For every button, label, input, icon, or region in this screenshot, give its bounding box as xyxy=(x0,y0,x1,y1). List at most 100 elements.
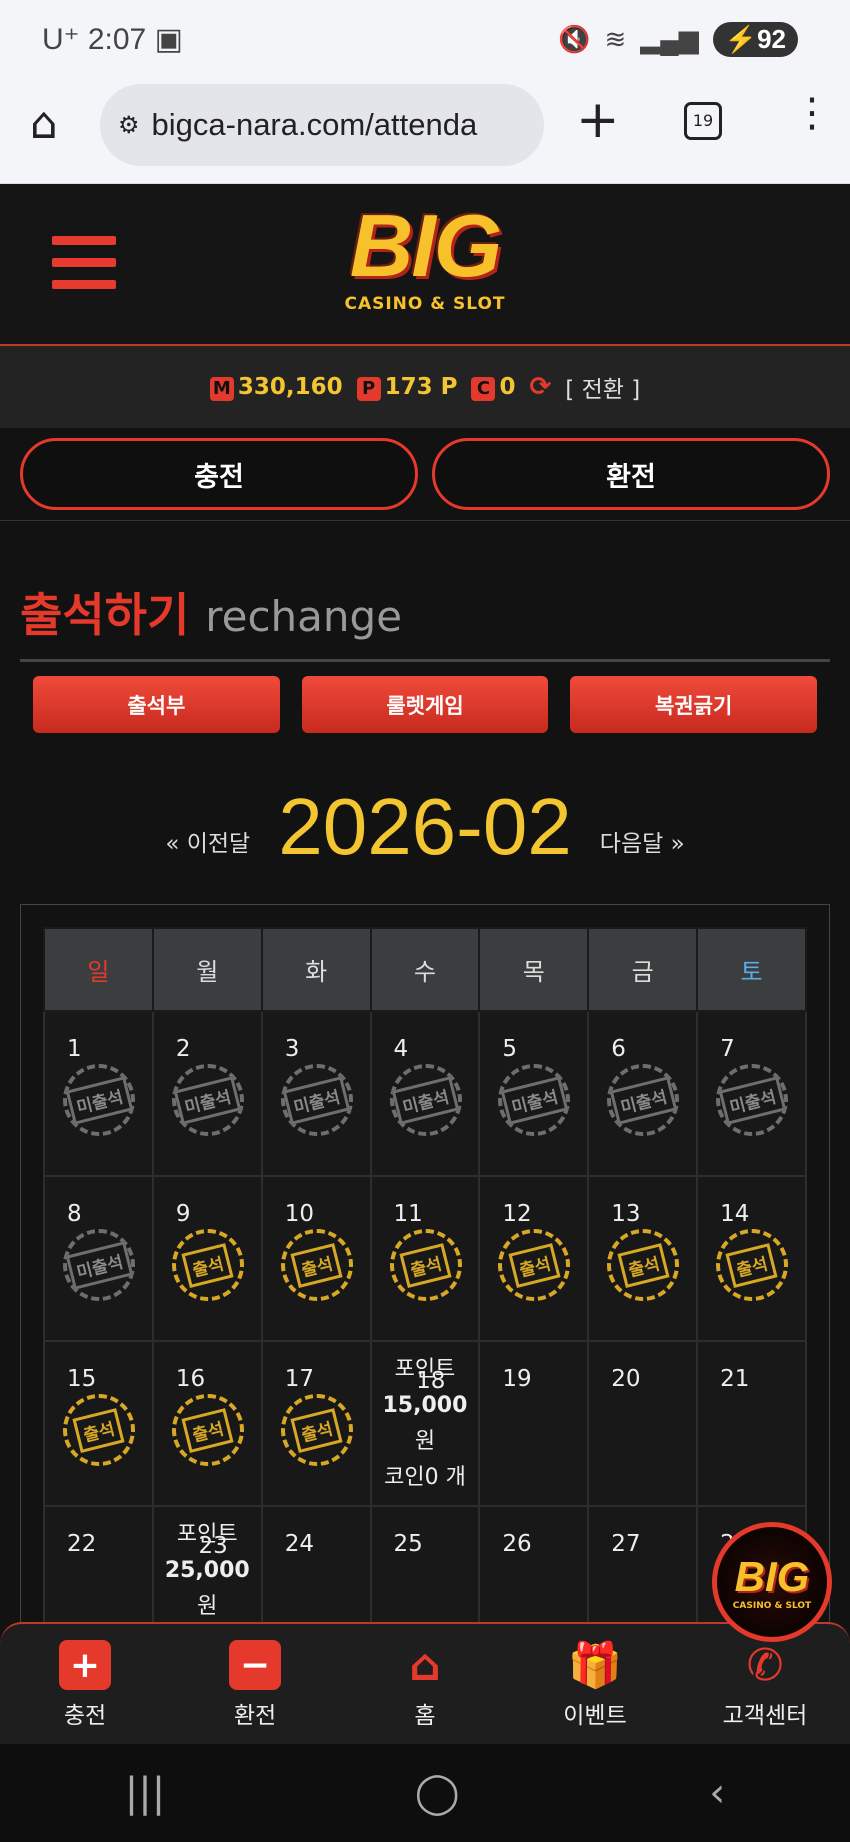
recent-apps-icon[interactable]: ||| xyxy=(125,1770,165,1816)
url-text: bigca-nara.com/attenda xyxy=(151,107,478,142)
phone-icon: ✆ xyxy=(746,1639,784,1691)
screenshot-icon: ▣ xyxy=(154,23,183,56)
home-icon[interactable]: ⌂ xyxy=(30,98,58,149)
bottom-nav-label: 홈 xyxy=(414,1703,436,1729)
bottom-nav-item[interactable]: ✆ 고객센터 xyxy=(680,1624,850,1744)
bottom-nav-item[interactable]: − 환전 xyxy=(170,1624,340,1744)
missed-stamp-icon: 미출석 xyxy=(280,1064,353,1136)
bottom-nav-item[interactable]: 🎁 이벤트 xyxy=(510,1624,680,1744)
day-number: 24 xyxy=(284,1531,314,1557)
exchange-button[interactable]: 환전 xyxy=(432,438,830,510)
new-tab-icon[interactable]: + xyxy=(576,90,620,150)
site-info-icon[interactable]: ⚙ xyxy=(118,111,140,140)
calendar-day[interactable]: 11 출석 xyxy=(369,1175,481,1342)
hamburger-menu-icon[interactable] xyxy=(52,236,116,302)
calendar-day[interactable]: 3 미출석 xyxy=(260,1010,372,1177)
calendar-day[interactable]: 8 미출석 xyxy=(43,1175,154,1342)
calendar-day[interactable]: 15 출석 xyxy=(43,1340,154,1507)
calendar-day[interactable]: 4 미출석 xyxy=(369,1010,481,1177)
weekday-header: 일 xyxy=(43,927,154,1012)
calendar-week: 8 미출석 9 출석 10 출석 11 출석 12 출석 13 출석 14 출석 xyxy=(43,1175,807,1342)
day-number: 11 xyxy=(393,1201,423,1227)
calendar-day[interactable]: 7 미출석 xyxy=(696,1010,807,1177)
status-bar: U⁺ 2:07 ▣ 🔇 ≋ ▂▄▆ ⚡92 xyxy=(0,0,850,80)
calendar-day[interactable]: 5 미출석 xyxy=(478,1010,590,1177)
tab-roulette[interactable]: 룰렛게임 xyxy=(301,676,549,733)
carrier: U⁺ xyxy=(42,23,80,56)
day-number: 14 xyxy=(720,1201,750,1227)
bottom-nav-label: 이벤트 xyxy=(563,1703,627,1729)
calendar-week: 15 출석 16 출석 17 출석 18 포인트 15,000 원 코인0 개 19 20 21 xyxy=(43,1340,807,1507)
calendar-day[interactable]: 13 출석 xyxy=(587,1175,699,1342)
reward-info: 포인트 15,000 원 코인0 개 xyxy=(382,1357,468,1490)
more-menu-icon[interactable]: ⋮ xyxy=(792,90,832,136)
day-number: 8 xyxy=(67,1201,82,1227)
tab-lottery[interactable]: 복권긁기 xyxy=(570,676,818,733)
plus-icon: + xyxy=(59,1640,111,1690)
tab-switcher-button[interactable]: 19 xyxy=(684,102,722,140)
refresh-icon[interactable]: ⟳ xyxy=(529,372,551,402)
balance-bar: M 330,160 P 173 P C0 ⟳ [ 전환 ] xyxy=(0,346,850,428)
next-month-link[interactable]: 다음달 » xyxy=(600,824,685,858)
day-number: 1 xyxy=(67,1036,82,1062)
attended-stamp-icon: 출석 xyxy=(716,1229,789,1301)
switch-link[interactable]: [ 전환 ] xyxy=(565,370,640,404)
attendance-calendar: 일월화수목금토 1 미출석 2 미출석 3 미출석 4 미출석 5 미출석 6 미출석 7 미출석 8 미출석… xyxy=(43,927,807,1672)
bottom-nav-item[interactable]: + 충전 xyxy=(0,1624,170,1744)
calendar-day[interactable]: 16 출석 xyxy=(151,1340,263,1507)
calendar-day[interactable]: 6 미출석 xyxy=(587,1010,699,1177)
system-home-icon[interactable]: ◯ xyxy=(415,1770,460,1816)
weekday-header: 토 xyxy=(696,927,807,1012)
calendar-day[interactable]: 12 출석 xyxy=(478,1175,590,1342)
day-number: 7 xyxy=(720,1036,735,1062)
minus-icon: − xyxy=(229,1640,281,1690)
page-title: 출석하기 rechange xyxy=(20,579,830,662)
calendar-day[interactable]: 21 xyxy=(696,1340,807,1507)
calendar-day[interactable]: 10 출석 xyxy=(260,1175,372,1342)
current-month: 2026-02 xyxy=(278,782,572,871)
missed-stamp-icon: 미출석 xyxy=(498,1064,571,1136)
battery-indicator: ⚡92 xyxy=(712,22,798,57)
site-logo[interactable]: BIG CASINO & SLOT xyxy=(305,202,545,315)
floating-logo-button[interactable]: BIG CASINO & SLOT xyxy=(712,1522,832,1642)
charge-button[interactable]: 충전 xyxy=(20,438,418,510)
weekday-header: 수 xyxy=(369,927,481,1012)
day-number: 22 xyxy=(67,1531,97,1557)
missed-stamp-icon: 미출석 xyxy=(607,1064,680,1136)
day-number: 16 xyxy=(175,1366,206,1392)
day-number: 27 xyxy=(611,1531,641,1557)
day-number: 13 xyxy=(611,1201,641,1227)
calendar-day[interactable]: 14 출석 xyxy=(696,1175,807,1342)
site-header: BIG CASINO & SLOT xyxy=(0,184,850,346)
calendar-day[interactable]: 2 미출석 xyxy=(151,1010,263,1177)
missed-stamp-icon: 미출석 xyxy=(63,1064,135,1136)
clock: 2:07 xyxy=(87,23,147,56)
home-icon: ⌂ xyxy=(409,1639,441,1691)
attended-stamp-icon: 출석 xyxy=(171,1229,244,1301)
calendar-day[interactable]: 20 xyxy=(587,1340,699,1507)
bottom-nav-item[interactable]: ⌂ 홈 xyxy=(340,1624,510,1744)
coin-balance: C0 xyxy=(471,374,515,401)
day-number: 3 xyxy=(284,1036,300,1062)
day-number: 20 xyxy=(611,1366,641,1392)
day-number: 17 xyxy=(284,1366,314,1392)
attended-stamp-icon: 출석 xyxy=(498,1229,571,1301)
attendance-tabs: 출석부 룰렛게임 복권긁기 xyxy=(0,662,850,733)
calendar-day[interactable]: 18 포인트 15,000 원 코인0 개 xyxy=(369,1340,481,1507)
day-number: 15 xyxy=(67,1366,97,1392)
weekday-header: 월 xyxy=(151,927,263,1012)
calendar-day[interactable]: 9 출석 xyxy=(151,1175,263,1342)
tab-attendance-book[interactable]: 출석부 xyxy=(33,676,280,733)
address-bar[interactable]: ⚙ bigca-nara.com/attenda xyxy=(100,84,544,166)
signal-icon: ▂▄▆ xyxy=(640,24,699,54)
missed-stamp-icon: 미출석 xyxy=(716,1064,789,1136)
calendar-day[interactable]: 1 미출석 xyxy=(43,1010,154,1177)
calendar-day[interactable]: 19 xyxy=(478,1340,590,1507)
attended-stamp-icon: 출석 xyxy=(171,1394,244,1466)
prev-month-link[interactable]: « 이전달 xyxy=(165,824,250,858)
calendar-day[interactable]: 17 출석 xyxy=(260,1340,372,1507)
bottom-nav-label: 충전 xyxy=(63,1703,107,1729)
system-back-icon[interactable]: ‹ xyxy=(709,1770,725,1816)
money-balance: M 330,160 xyxy=(209,374,343,401)
weekday-header: 화 xyxy=(260,927,372,1012)
